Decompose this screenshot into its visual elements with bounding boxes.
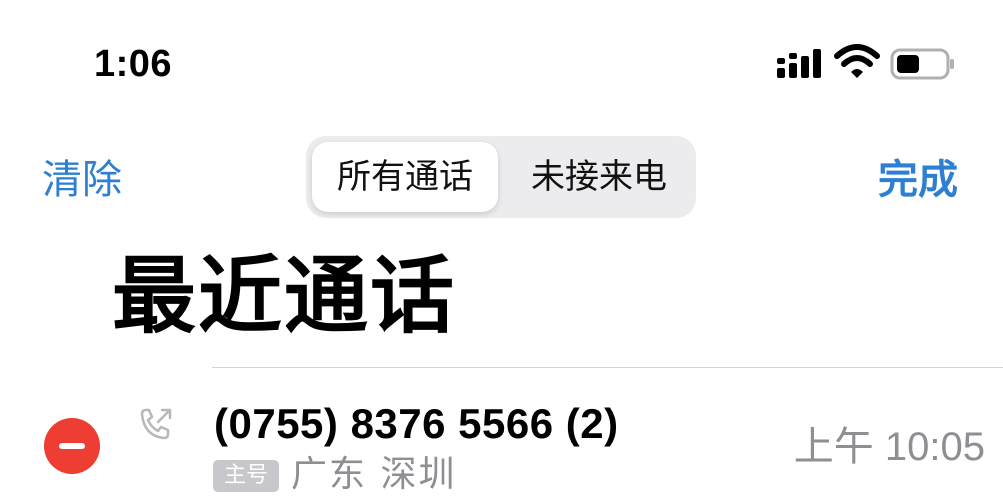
done-button[interactable]: 完成 bbox=[878, 154, 958, 206]
nav-bar: 清除 所有通话 未接来电 完成 bbox=[0, 130, 1003, 230]
call-location: 广东 深圳 bbox=[291, 454, 457, 495]
call-filter-segmented-control: 所有通话 未接来电 bbox=[306, 136, 696, 218]
list-separator bbox=[212, 367, 1003, 368]
minus-icon bbox=[59, 443, 85, 449]
battery-icon bbox=[890, 48, 954, 80]
segment-missed-calls[interactable]: 未接来电 bbox=[506, 142, 692, 212]
clear-button[interactable]: 清除 bbox=[42, 154, 122, 206]
call-number: (0755) 8376 5566 (2) bbox=[214, 400, 619, 447]
recents-screen: 1:06 清除 所有通话 未接来电 完成 最近通话 (0755) 8376 55… bbox=[0, 0, 1003, 500]
page-title: 最近通话 bbox=[112, 247, 457, 345]
delete-call-button[interactable] bbox=[44, 418, 100, 474]
status-time: 1:06 bbox=[94, 43, 173, 85]
outgoing-call-icon bbox=[140, 408, 172, 440]
cellular-signal-icon bbox=[777, 49, 821, 78]
call-list-item[interactable]: (0755) 8376 5566 (2) 主号 广东 深圳 上午 10:05 bbox=[0, 370, 1003, 500]
number-label-badge: 主号 bbox=[213, 460, 279, 492]
status-bar: 1:06 bbox=[0, 0, 1003, 100]
wifi-icon bbox=[834, 44, 880, 78]
segment-all-calls[interactable]: 所有通话 bbox=[312, 142, 498, 212]
call-time: 上午 10:05 bbox=[793, 425, 985, 469]
